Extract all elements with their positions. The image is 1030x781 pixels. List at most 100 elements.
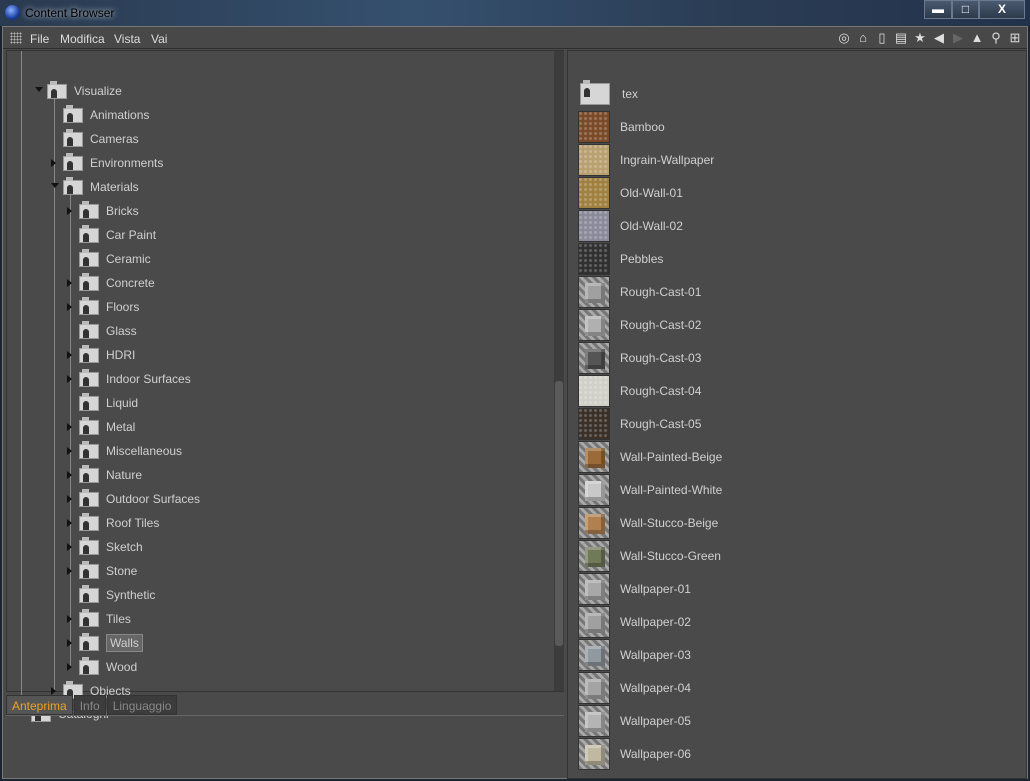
tree-item-label: Environments [90,156,164,170]
file-item[interactable]: Wallpaper-04 [578,671,691,704]
expand-arrow-icon[interactable] [67,375,72,383]
folder-icon [79,440,99,459]
search-icon[interactable]: ⚲ [988,30,1004,46]
file-item[interactable]: Old-Wall-01 [578,176,683,209]
back-icon[interactable]: ◀ [931,30,947,46]
tree-item-cameras[interactable]: Cameras [63,128,139,149]
file-item[interactable]: Rough-Cast-03 [578,341,701,374]
tree-item-animations[interactable]: Animations [63,104,149,125]
material-thumbnail [578,704,610,737]
tab-anteprima[interactable]: Anteprima [6,695,73,715]
menu-vista[interactable]: Vista [114,32,140,46]
tree-item-glass[interactable]: Glass [79,320,137,341]
tree-item-sketch[interactable]: Sketch [79,536,143,557]
tree-item-miscellaneous[interactable]: Miscellaneous [79,440,182,461]
tree-item-synthetic[interactable]: Synthetic [79,584,155,605]
expand-arrow-icon[interactable] [51,159,56,167]
expand-arrow-icon[interactable] [67,303,72,311]
menu-file[interactable]: File [30,32,49,46]
minimize-button[interactable]: ▬ [924,0,952,19]
expand-arrow-icon[interactable] [67,423,72,431]
up-icon[interactable]: ▲ [969,30,985,46]
expand-arrow-icon[interactable] [67,639,72,647]
file-item[interactable]: Wall-Stucco-Green [578,539,721,572]
tree-item-tiles[interactable]: Tiles [79,608,131,629]
grip-icon[interactable] [10,32,22,44]
tree-item-car-paint[interactable]: Car Paint [79,224,157,245]
new-icon[interactable]: ⊞ [1007,30,1023,46]
file-item[interactable]: Rough-Cast-01 [578,275,701,308]
file-item[interactable]: Wallpaper-06 [578,737,691,770]
collapse-arrow-icon[interactable] [51,183,59,188]
file-name: Wall-Painted-Beige [620,449,723,464]
file-item[interactable]: Rough-Cast-02 [578,308,701,341]
expand-arrow-icon[interactable] [67,543,72,551]
tab-linguaggio[interactable]: Linguaggio [106,695,178,715]
close-button[interactable]: X [979,0,1025,19]
file-item[interactable]: Wallpaper-01 [578,572,691,605]
tree-item-bricks[interactable]: Bricks [79,200,139,221]
expand-arrow-icon[interactable] [51,687,56,695]
tree-item-floors[interactable]: Floors [79,296,139,317]
home-icon[interactable]: ⌂ [855,30,871,46]
book-icon[interactable]: ▤ [893,30,909,46]
tree-item-outdoor-surfaces[interactable]: Outdoor Surfaces [79,488,200,509]
file-name: Rough-Cast-01 [620,284,702,299]
tree-item-indoor-surfaces[interactable]: Indoor Surfaces [79,368,191,389]
file-item[interactable]: Bamboo [578,110,665,143]
maximize-button[interactable]: □ [952,0,979,19]
file-item[interactable]: Pebbles [578,242,663,275]
expand-arrow-icon[interactable] [67,519,72,527]
expand-arrow-icon[interactable] [67,447,72,455]
file-item[interactable]: Ingrain-Wallpaper [578,143,714,176]
expand-arrow-icon[interactable] [67,351,72,359]
file-item[interactable]: Rough-Cast-05 [578,407,701,440]
tree-item-label: Stone [106,564,138,578]
preview-icon[interactable]: ◎ [836,30,852,46]
tree-item-wood[interactable]: Wood [79,656,137,677]
tree-item-liquid[interactable]: Liquid [79,392,138,413]
star-icon[interactable]: ★ [912,30,928,46]
menu-vai[interactable]: Vai [151,32,167,46]
file-item[interactable]: Wall-Painted-White [578,473,722,506]
forward-icon[interactable]: ▶ [950,30,966,46]
content-browser-window: File Modifica Vista Vai ◎ ⌂ ▯ ▤ ★ ◀ ▶ ▲ ⚲ ⊞ Visua… [2,26,1028,779]
material-thumbnail [578,506,610,539]
expand-arrow-icon[interactable] [67,279,72,287]
tree-item-hdri[interactable]: HDRI [79,344,135,365]
tree-item-materials[interactable]: Materials [63,176,139,197]
file-item[interactable]: Wallpaper-03 [578,638,691,671]
tree-item-concrete[interactable]: Concrete [79,272,155,293]
file-item[interactable]: Wallpaper-02 [578,605,691,638]
expand-arrow-icon[interactable] [67,471,72,479]
expand-arrow-icon[interactable] [67,495,72,503]
scrollbar-thumb[interactable] [555,381,563,646]
tree-item-ceramic[interactable]: Ceramic [79,248,151,269]
expand-arrow-icon[interactable] [67,207,72,215]
collapse-arrow-icon[interactable] [35,87,43,92]
bin-icon[interactable]: ▯ [874,30,890,46]
file-item[interactable]: tex [578,77,638,110]
file-item[interactable]: Old-Wall-02 [578,209,683,242]
file-item[interactable]: Wall-Painted-Beige [578,440,722,473]
tree-item-label: Car Paint [106,228,157,242]
file-item[interactable]: Wall-Stucco-Beige [578,506,718,539]
tree-item-visualize[interactable]: Visualize [47,80,122,101]
folder-icon [79,632,99,651]
tree-scrollbar[interactable] [554,51,564,691]
tree-item-environments[interactable]: Environments [63,152,164,173]
file-name: Wallpaper-01 [620,581,691,596]
tree-item-roof-tiles[interactable]: Roof Tiles [79,512,159,533]
expand-arrow-icon[interactable] [67,567,72,575]
tree-item-stone[interactable]: Stone [79,560,138,581]
expand-arrow-icon[interactable] [67,663,72,671]
file-item[interactable]: Wallpaper-05 [578,704,691,737]
tree-item-walls[interactable]: Walls [79,632,143,653]
tab-info[interactable]: Info [73,695,106,715]
file-item[interactable]: Rough-Cast-04 [578,374,701,407]
file-name: Rough-Cast-02 [620,317,702,332]
tree-item-nature[interactable]: Nature [79,464,142,485]
tree-item-metal[interactable]: Metal [79,416,135,437]
menu-modifica[interactable]: Modifica [60,32,105,46]
expand-arrow-icon[interactable] [67,615,72,623]
